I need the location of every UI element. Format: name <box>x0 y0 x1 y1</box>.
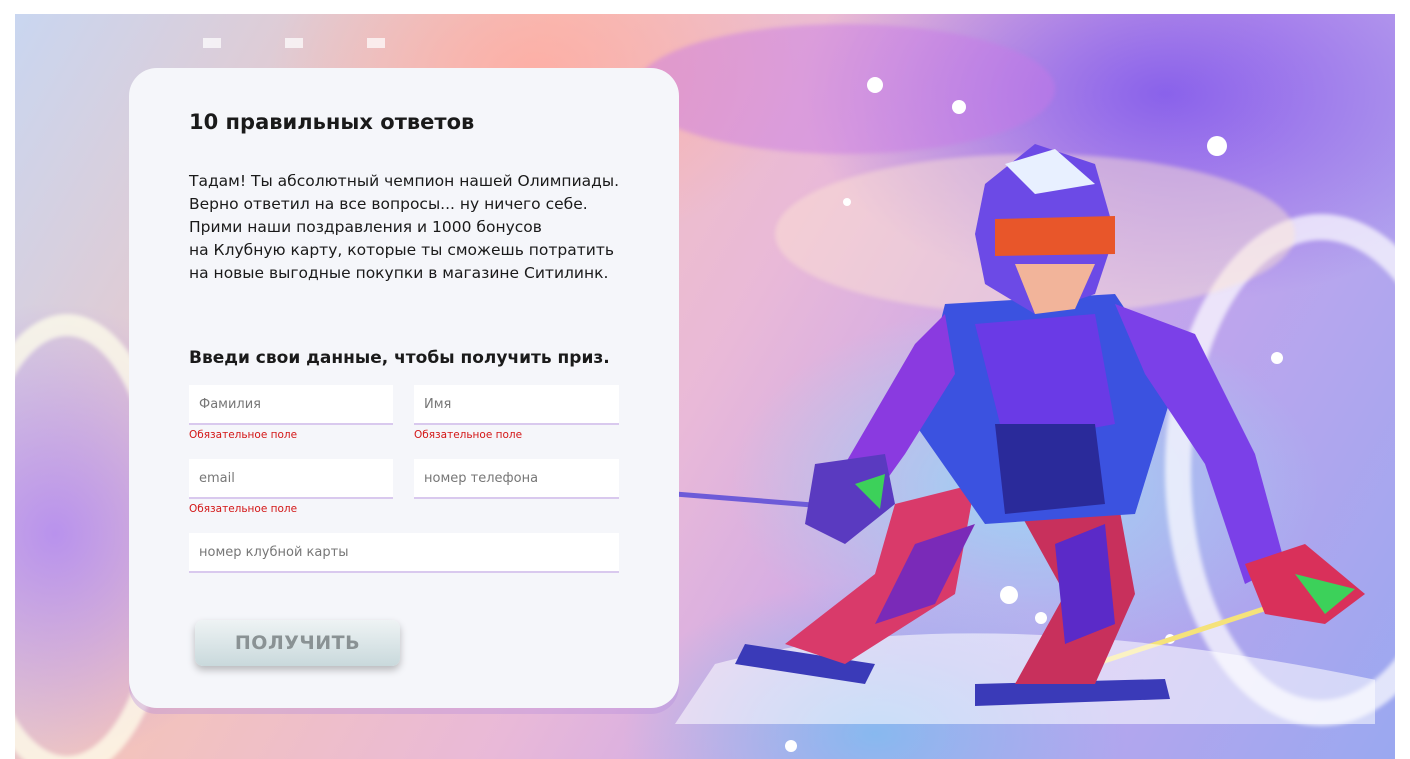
phone-input[interactable] <box>414 459 619 497</box>
snow-dot <box>952 100 966 114</box>
email-input[interactable] <box>189 459 393 497</box>
skier-leg-shade <box>1055 524 1115 644</box>
card-title: 10 правильных ответов <box>189 110 475 134</box>
submit-button[interactable]: ПОЛУЧИТЬ <box>195 620 400 666</box>
club-card-input[interactable] <box>189 533 619 571</box>
congrats-line: Верно ответил на все вопросы... ну ничег… <box>189 195 588 213</box>
congrats-text: Тадам! Ты абсолютный чемпион нашей Олимп… <box>189 170 629 285</box>
congrats-line: на новые выгодные покупки в магазине Сит… <box>189 264 609 282</box>
last-name-error: Обязательное поле <box>189 429 298 441</box>
background-scene: 10 правильных ответов Тадам! Ты абсолютн… <box>15 14 1395 759</box>
decor-rect <box>285 38 303 48</box>
decor-rect <box>367 38 385 48</box>
first-name-error: Обязательное поле <box>414 429 523 441</box>
first-name-input[interactable] <box>414 385 619 423</box>
congrats-line: Тадам! Ты абсолютный чемпион нашей Олимп… <box>189 172 620 190</box>
congrats-line: Прими наши поздравления и 1000 бонусов <box>189 218 542 236</box>
skier-torso-shade <box>995 424 1105 514</box>
prize-card: 10 правильных ответов Тадам! Ты абсолютн… <box>129 68 679 708</box>
skier-goggles <box>995 216 1115 256</box>
skier-glove <box>805 454 895 544</box>
form-heading: Введи свои данные, чтобы получить приз. <box>189 348 610 368</box>
last-name-input[interactable] <box>189 385 393 423</box>
snow-dot <box>785 740 797 752</box>
decor-rect <box>203 38 221 48</box>
snow-dot <box>867 77 883 93</box>
ski-pole <box>675 491 826 509</box>
skier-illustration <box>675 144 1375 724</box>
email-error: Обязательное поле <box>189 503 298 515</box>
congrats-line: на Клубную карту, которые ты сможешь пот… <box>189 241 615 259</box>
